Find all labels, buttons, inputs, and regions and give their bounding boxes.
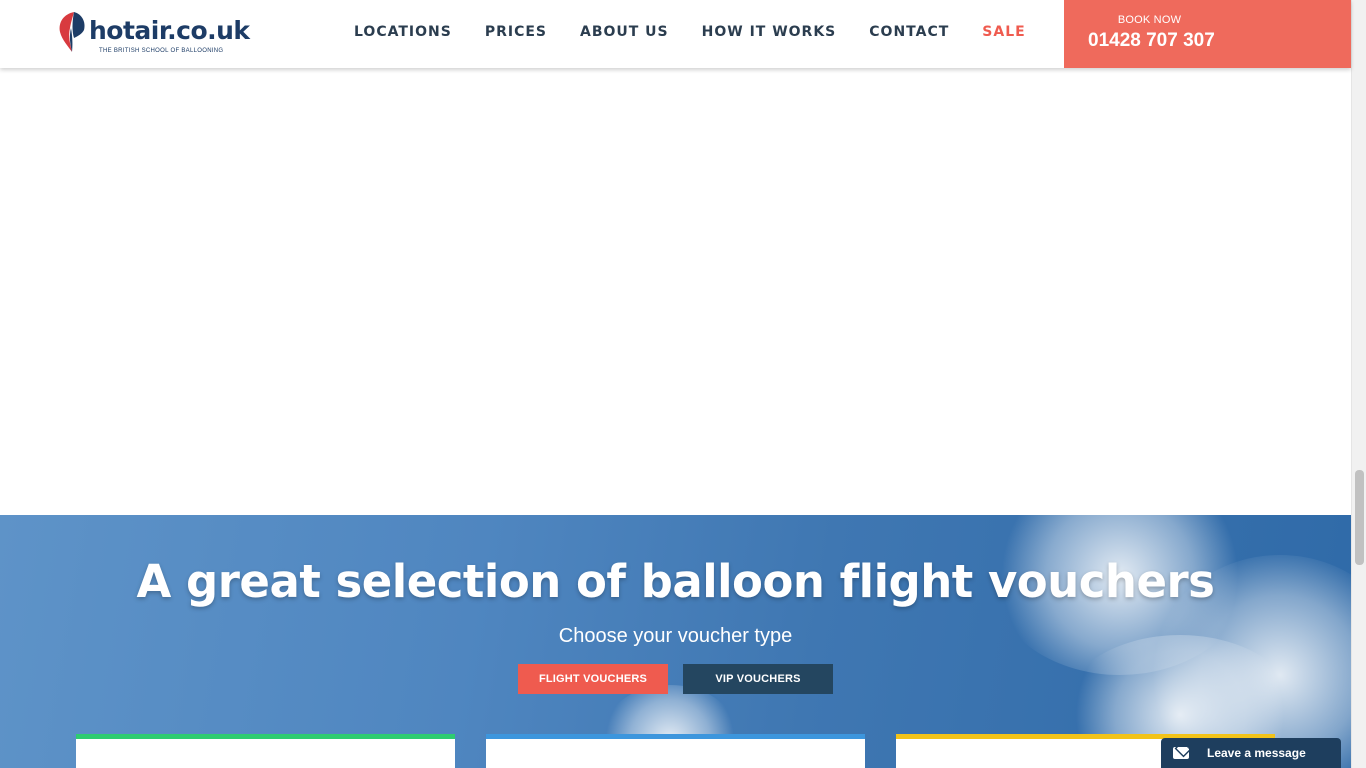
voucher-section-subtitle: Choose your voucher type (558, 625, 793, 647)
voucher-card[interactable] (76, 734, 455, 768)
nav-about-us[interactable]: ABOUT US (580, 24, 669, 40)
nav-locations[interactable]: LOCATIONS (354, 24, 452, 40)
logo-tagline: THE BRITISH SCHOOL OF BALLOONING (99, 48, 224, 54)
nav-contact[interactable]: CONTACT (869, 24, 949, 40)
book-now-button[interactable]: BOOK NOW 01428 707 307 (1064, 0, 1351, 68)
balloon-logo-icon (59, 12, 85, 52)
nav-prices[interactable]: PRICES (485, 24, 547, 40)
chat-label: Leave a message (1207, 746, 1306, 760)
voucher-section-title: A great selection of balloon flight vouc… (136, 555, 1215, 608)
book-now-label: BOOK NOW (1117, 14, 1182, 26)
main-nav: LOCATIONS PRICES ABOUT US HOW IT WORKS C… (354, 24, 1059, 40)
card-accent-bar (486, 734, 865, 739)
voucher-card[interactable] (486, 734, 865, 768)
envelope-icon (1173, 747, 1189, 759)
site-header: hotair.co.uk THE BRITISH SCHOOL OF BALLO… (0, 0, 1351, 68)
nav-sale[interactable]: SALE (982, 24, 1025, 40)
card-accent-bar (76, 734, 455, 739)
page-scrollbar[interactable] (1351, 0, 1366, 768)
scrollbar-thumb[interactable] (1355, 470, 1364, 565)
nav-how-it-works[interactable]: HOW IT WORKS (702, 24, 837, 40)
book-phone-number[interactable]: 01428 707 307 (1088, 30, 1215, 52)
vip-vouchers-button[interactable]: VIP VOUCHERS (683, 664, 833, 694)
voucher-section: A great selection of balloon flight vouc… (0, 515, 1351, 768)
site-logo[interactable]: hotair.co.uk THE BRITISH SCHOOL OF BALLO… (56, 10, 250, 58)
logo-text: hotair.co.uk (89, 16, 250, 45)
content-area (0, 68, 1351, 515)
leave-message-widget[interactable]: Leave a message (1161, 738, 1341, 768)
flight-vouchers-button[interactable]: FLIGHT VOUCHERS (518, 664, 668, 694)
